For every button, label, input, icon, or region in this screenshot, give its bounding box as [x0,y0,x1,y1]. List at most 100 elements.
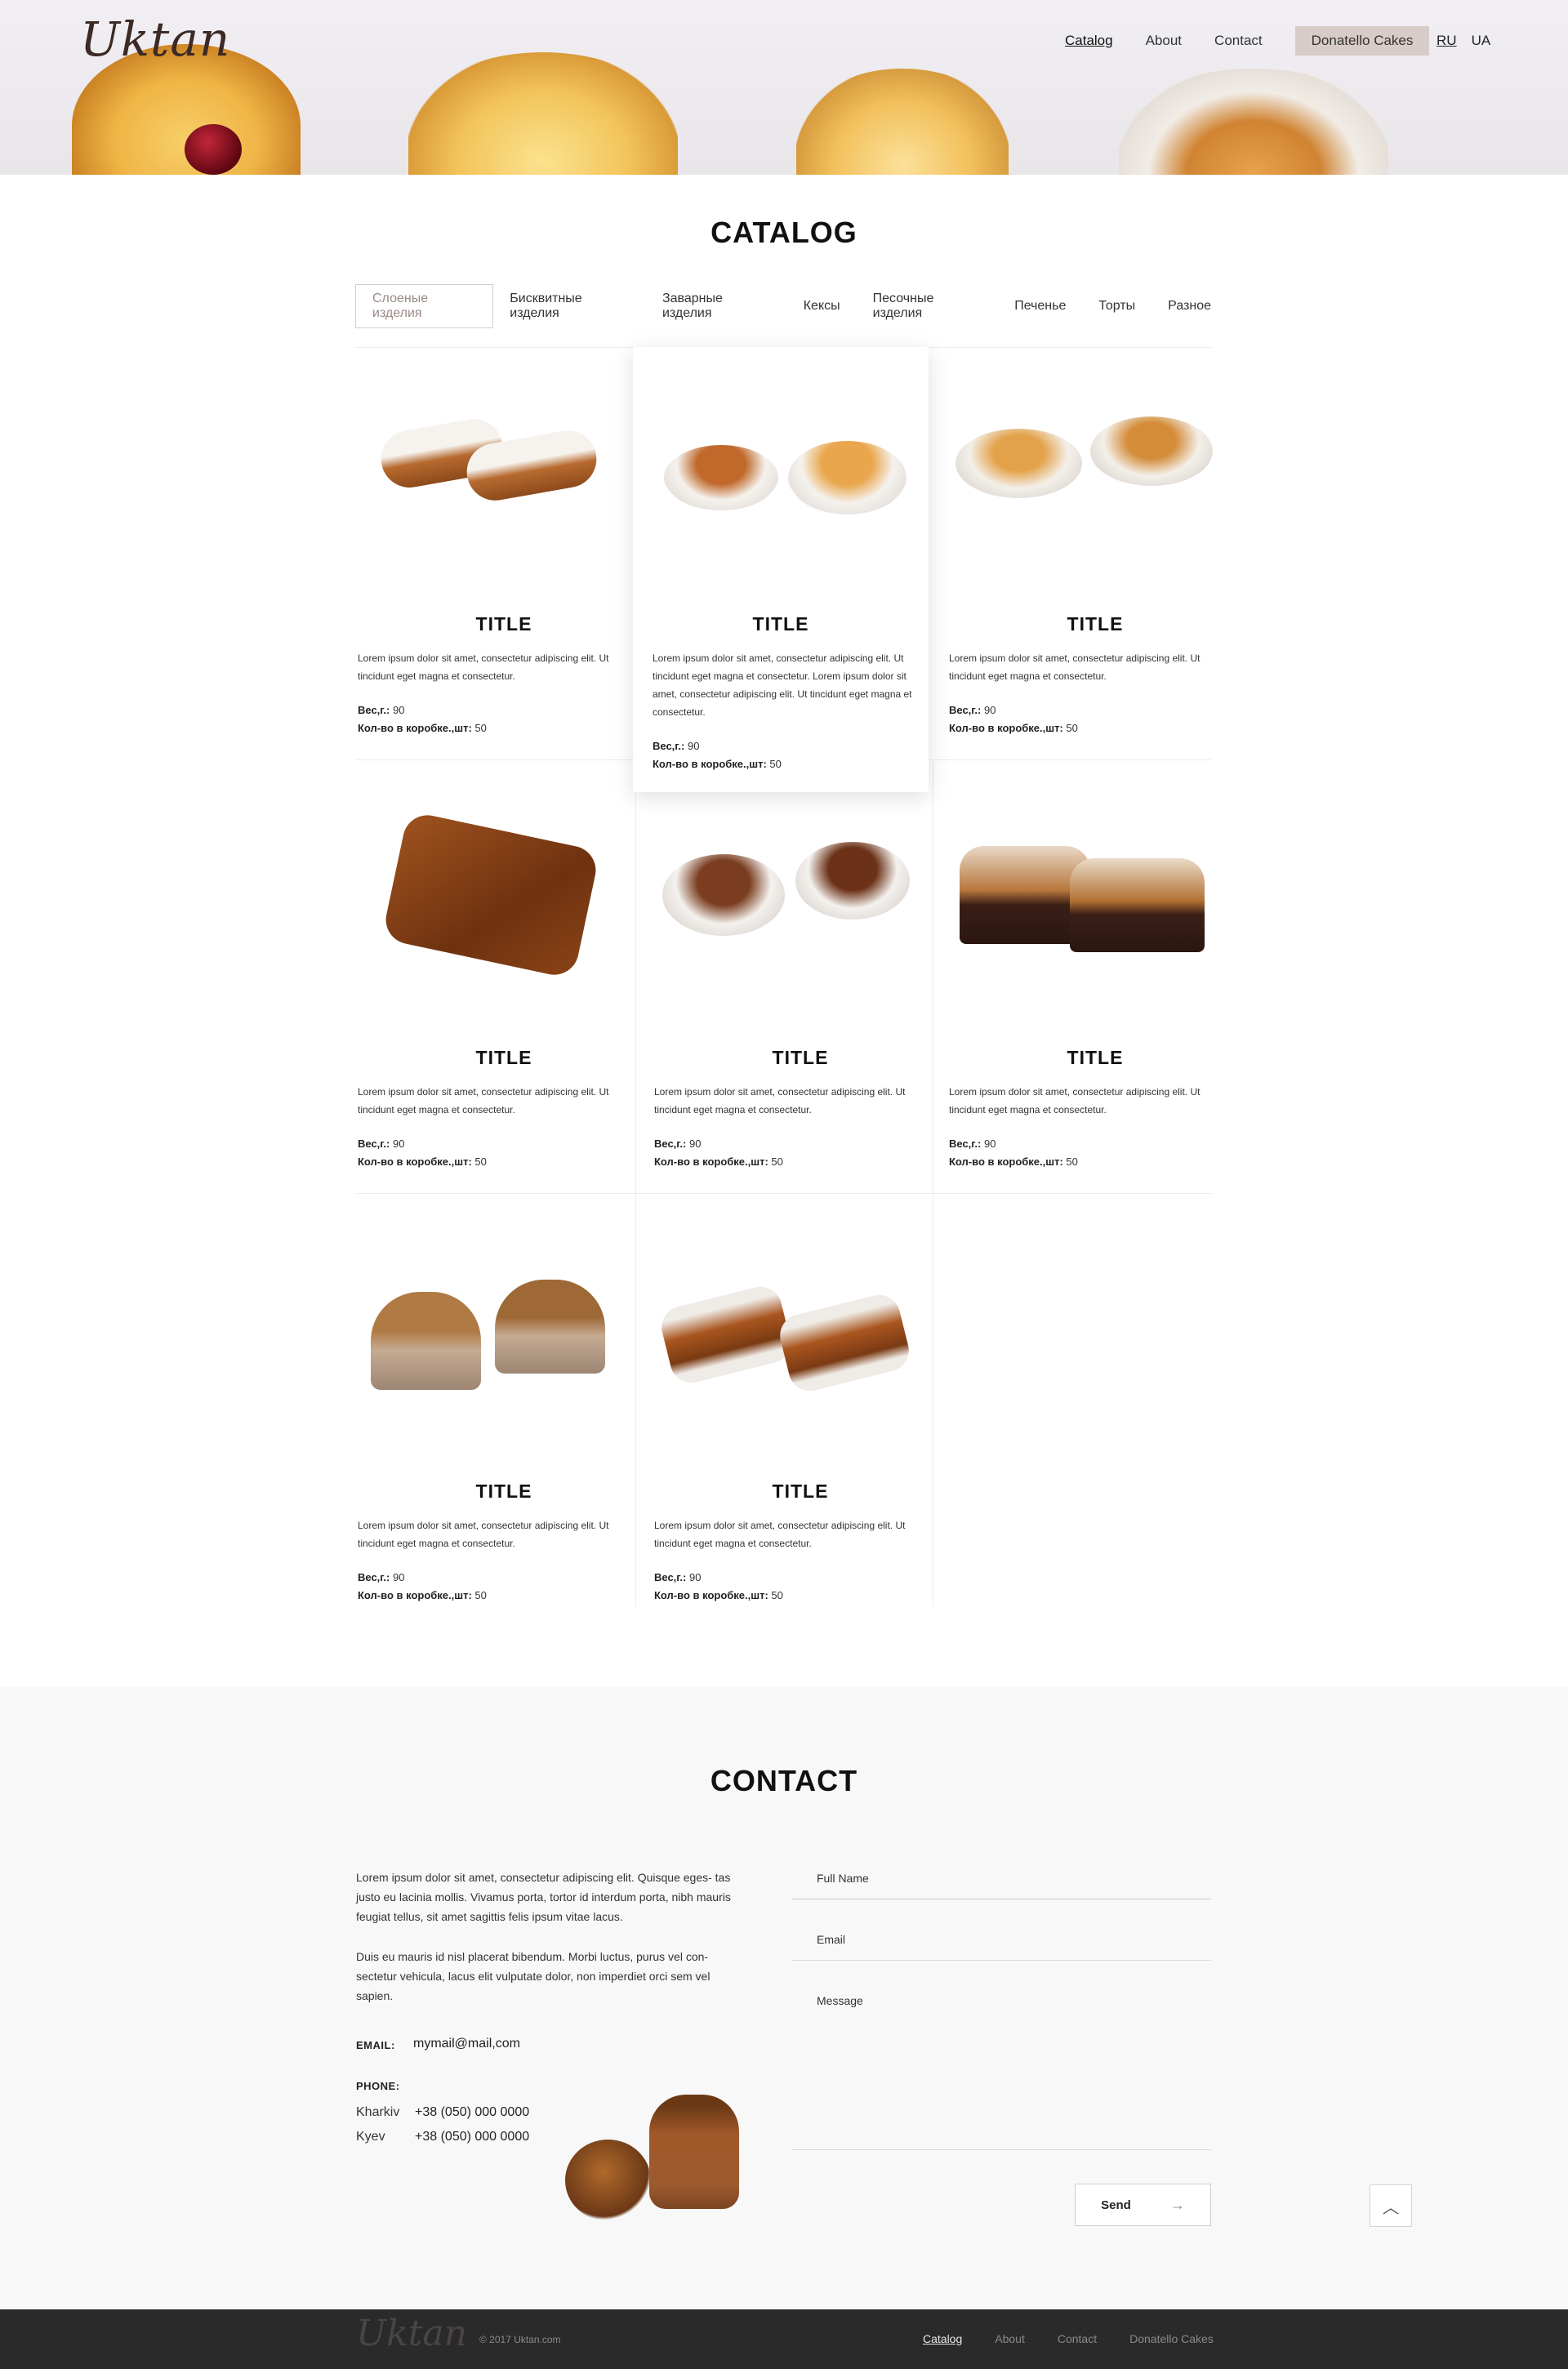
product-card[interactable]: TITLE Lorem ipsum dolor sit amet, consec… [633,347,929,792]
weight-value: 90 [687,740,700,752]
nav-about[interactable]: About [1146,33,1182,49]
box-value: 50 [771,1589,783,1601]
product-title: TITLE [772,1047,829,1068]
product-box-count: Кол-во в коробке.,шт: 50 [358,719,487,737]
catalog-title: CATALOG [710,216,858,249]
product-description: Lorem ipsum dolor sit amet, consectetur … [654,1086,906,1115]
phone-city: Kharkiv [356,2105,400,2119]
full-name-field[interactable]: Full Name [792,1870,1211,1899]
product-card[interactable]: TITLE Lorem ipsum dolor sit amet, consec… [356,347,652,780]
product-image [653,781,948,1009]
product-box-count: Кол-во в коробке.,шт: 50 [654,1587,783,1605]
product-weight: Вес,г.: 90 [358,1569,404,1587]
product-card[interactable]: TITLE Lorem ipsum dolor sit amet, consec… [653,781,948,1213]
box-label: Кол-во в коробке.,шт: [653,758,767,770]
weight-label: Вес,г.: [949,1138,982,1150]
hero-header: Uktan Catalog About Contact Donatello Ca… [0,0,1568,175]
box-value: 50 [1066,1156,1078,1168]
phone-label: PHONE: [356,2080,400,2092]
product-image [947,347,1243,576]
footer [0,2309,1568,2369]
footer-nav: Catalog About Contact Donatello Cakes [923,2332,1214,2345]
nav-contact[interactable]: Contact [1214,33,1263,49]
scroll-to-top-button[interactable]: ︿ [1370,2184,1412,2227]
weight-value: 90 [688,1571,702,1583]
logo[interactable]: Uktan [80,11,230,67]
email-placeholder: Email [817,1933,846,1946]
footer-nav-contact[interactable]: Contact [1058,2332,1097,2345]
box-label: Кол-во в коробке.,шт: [654,1589,768,1601]
tab-sloenye[interactable]: Слоеные изделия [355,284,494,328]
weight-value: 90 [392,704,405,716]
product-image [356,347,652,576]
email-value[interactable]: mymail@mail,com [413,2037,520,2051]
box-value: 50 [474,1589,487,1601]
tab-zavarnye[interactable]: Заварные изделия [646,285,787,327]
product-description: Lorem ipsum dolor sit amet, consectetur … [949,652,1200,682]
tab-torty[interactable]: Торты [1082,292,1152,320]
lang-ru[interactable]: RU [1437,33,1457,49]
phone-number[interactable]: +38 (050) 000 0000 [415,2130,529,2144]
product-weight: Вес,г.: 90 [653,737,699,755]
tab-keksy[interactable]: Кексы [787,292,857,320]
tab-pechene[interactable]: Печенье [998,292,1082,320]
pastry-image [408,52,678,175]
footer-nav-donatello-cakes[interactable]: Donatello Cakes [1129,2332,1214,2345]
weight-value: 90 [392,1138,405,1150]
weight-label: Вес,г.: [654,1571,687,1583]
product-title: TITLE [1067,1047,1124,1068]
chevron-up-icon: ︿ [1383,2198,1399,2217]
box-label: Кол-во в коробке.,шт: [358,722,472,734]
pastry-image [1119,69,1388,175]
tab-pesochnye[interactable]: Песочные изделия [857,285,999,327]
product-description: Lorem ipsum dolor sit amet, consectetur … [949,1086,1200,1115]
send-button[interactable]: Send → [1075,2184,1211,2226]
product-image [653,1214,948,1443]
footer-nav-catalog[interactable]: Catalog [923,2332,962,2345]
product-box-count: Кол-во в коробке.,шт: 50 [654,1153,783,1171]
footer-logo[interactable]: Uktan [356,2313,467,2354]
product-image [633,347,929,576]
box-value: 50 [771,1156,783,1168]
product-box-count: Кол-во в коробке.,шт: 50 [358,1153,487,1171]
product-weight: Вес,г.: 90 [654,1135,701,1153]
tab-biskvitnye[interactable]: Бисквитные изделия [493,285,646,327]
nav-catalog[interactable]: Catalog [1065,33,1113,49]
product-card[interactable]: TITLE Lorem ipsum dolor sit amet, consec… [356,1214,652,1647]
lang-ua[interactable]: UA [1472,33,1491,49]
phone-number[interactable]: +38 (050) 000 0000 [415,2105,529,2120]
pastry-image [796,69,1009,175]
box-value: 50 [474,722,487,734]
product-title: TITLE [1067,613,1124,635]
weight-value: 90 [983,704,996,716]
contact-paragraph: Duis eu mauris id nisl placerat bibendum… [356,1950,710,2002]
product-description: Lorem ipsum dolor sit amet, consectetur … [654,1520,906,1549]
weight-label: Вес,г.: [949,704,982,716]
contact-paragraph: Lorem ipsum dolor sit amet, consectetur … [356,1871,731,1923]
message-placeholder: Message [817,1994,863,2007]
box-label: Кол-во в коробке.,шт: [654,1156,768,1168]
box-label: Кол-во в коробке.,шт: [358,1589,472,1601]
product-card[interactable]: TITLE Lorem ipsum dolor sit amet, consec… [653,1214,948,1647]
product-weight: Вес,г.: 90 [358,701,404,719]
product-title: TITLE [752,613,809,635]
footer-nav-about[interactable]: About [995,2332,1025,2345]
box-value: 50 [1066,722,1078,734]
product-weight: Вес,г.: 90 [949,701,996,719]
product-weight: Вес,г.: 90 [358,1135,404,1153]
email-field[interactable]: Email [792,1931,1211,1961]
contact-title: CONTACT [710,1764,858,1797]
weight-label: Вес,г.: [358,1571,390,1583]
language-switch: RU UA [1437,33,1490,49]
product-weight: Вес,г.: 90 [949,1135,996,1153]
product-card[interactable]: TITLE Lorem ipsum dolor sit amet, consec… [947,347,1243,780]
email-label: EMAIL: [356,2039,395,2051]
message-field[interactable]: Message [792,1993,1211,2150]
product-box-count: Кол-во в коробке.,шт: 50 [358,1587,487,1605]
product-card[interactable]: TITLE Lorem ipsum dolor sit amet, consec… [356,781,652,1213]
box-label: Кол-во в коробке.,шт: [358,1156,472,1168]
product-image [947,781,1243,1009]
tab-raznoe[interactable]: Разное [1152,292,1211,320]
nav-donatello-cakes[interactable]: Donatello Cakes [1294,26,1430,56]
product-card[interactable]: TITLE Lorem ipsum dolor sit amet, consec… [947,781,1243,1213]
